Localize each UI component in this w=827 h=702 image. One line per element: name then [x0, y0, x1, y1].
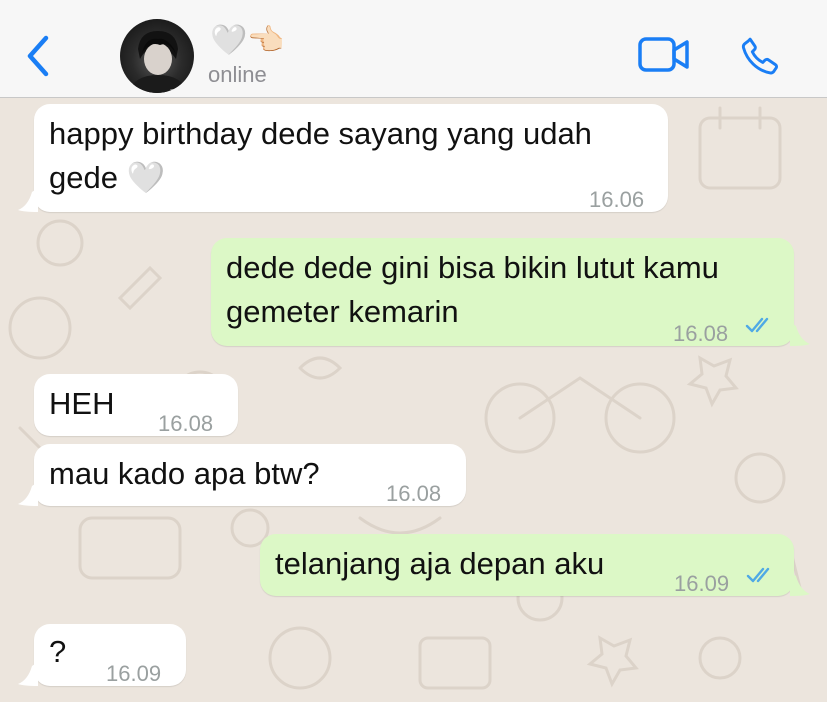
bubble-tail	[790, 322, 810, 346]
message-timestamp: 16.08	[673, 321, 729, 346]
message-bubble-incoming[interactable]: mau kado apa btw? 16.08	[18, 444, 466, 506]
avatar-image	[128, 31, 188, 93]
message-bubble-incoming[interactable]: ? 16.09	[18, 624, 186, 686]
contact-status: online	[208, 62, 267, 87]
message-text: mau kado apa btw?	[49, 456, 320, 491]
video-call-icon	[638, 37, 689, 72]
contact-name[interactable]: 🤍👈🏻	[210, 24, 285, 58]
voice-call-button[interactable]	[738, 34, 782, 78]
avatar[interactable]	[120, 19, 194, 93]
message-text-line: gede 🤍	[49, 160, 166, 195]
video-call-button[interactable]	[638, 36, 690, 74]
message-text: ?	[49, 634, 67, 669]
chat-header: 🤍👈🏻 online	[0, 0, 827, 98]
back-button[interactable]	[22, 34, 58, 78]
message-text: telanjang aja depan aku	[275, 546, 605, 581]
message-bubble-outgoing[interactable]: telanjang aja depan aku 16.09	[260, 534, 810, 596]
bubble-tail	[18, 662, 38, 686]
message-timestamp: 16.09	[674, 571, 730, 596]
message-text-line: dede dede gini bisa bikin lutut kamu	[226, 250, 719, 285]
chat-area[interactable]: happy birthday dede sayang yang udah ged…	[0, 98, 827, 702]
message-text: HEH	[49, 386, 115, 421]
phone-call-icon	[741, 37, 778, 75]
double-check-icon	[745, 317, 769, 333]
message-bubble-outgoing[interactable]: dede dede gini bisa bikin lutut kamu gem…	[211, 238, 810, 346]
message-timestamp: 16.06	[589, 187, 645, 212]
message-text-line: happy birthday dede sayang yang udah	[49, 116, 592, 151]
bubble-tail	[18, 188, 38, 212]
double-check-icon	[746, 567, 770, 583]
message-timestamp: 16.09	[106, 661, 162, 686]
message-timestamp: 16.08	[158, 411, 214, 436]
message-bubble-incoming[interactable]: happy birthday dede sayang yang udah ged…	[18, 104, 668, 212]
bubble-tail	[790, 572, 810, 596]
bubble-tail	[18, 482, 38, 506]
message-text-line: gemeter kemarin	[226, 294, 459, 329]
message-bubble-incoming[interactable]: HEH 16.08	[34, 374, 238, 436]
back-chevron-icon	[27, 35, 49, 77]
message-timestamp: 16.08	[386, 481, 442, 506]
